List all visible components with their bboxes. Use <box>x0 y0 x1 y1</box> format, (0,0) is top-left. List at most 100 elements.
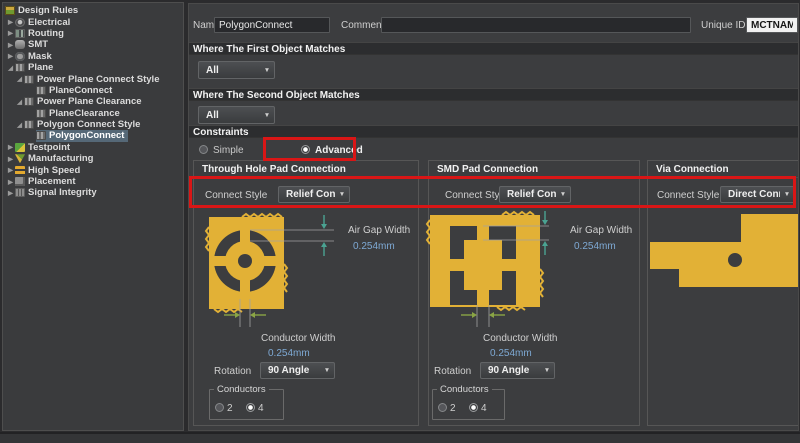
electrical-icon <box>15 18 25 27</box>
signal-integrity-icon <box>15 188 25 197</box>
conductors-2-label[interactable]: 2 <box>227 403 233 414</box>
tree-item-label: PlaneConnect <box>49 85 112 96</box>
chevron-right-icon[interactable]: ▶ <box>6 166 15 174</box>
tree-item-plane[interactable]: ◢ Plane <box>3 62 183 73</box>
tree-item-design-rules[interactable]: Design Rules <box>3 5 183 16</box>
conductor-width-label: Conductor Width <box>261 333 335 344</box>
tree-item-signal-integrity[interactable]: ▶ Signal Integrity <box>3 187 183 198</box>
chevron-right-icon[interactable]: ▶ <box>6 178 15 186</box>
dropdown-value: Relief Connect <box>279 189 335 200</box>
tree-item-label: Polygon Connect Style <box>37 119 140 130</box>
unique-id-label: Unique ID <box>701 20 745 31</box>
air-gap-width-label: Air Gap Width <box>348 225 410 236</box>
dropdown-value: Direct Connect <box>721 189 780 200</box>
air-gap-width-value: 0.254mm <box>574 241 616 252</box>
tree-item-label: PolygonConnect <box>49 130 124 141</box>
first-object-scope-dropdown[interactable]: All ▼ <box>198 61 275 79</box>
name-input[interactable] <box>214 17 330 33</box>
tree-item-label: Power Plane Connect Style <box>37 74 159 85</box>
rotation-dropdown[interactable]: 90 Angle ▼ <box>480 362 555 379</box>
comment-label: Comment <box>341 20 384 31</box>
expanded-icon[interactable]: ◢ <box>15 75 24 83</box>
expanded-icon[interactable]: ◢ <box>15 98 24 106</box>
window-bottom-edge <box>0 432 800 443</box>
chevron-right-icon[interactable]: ▶ <box>6 18 15 26</box>
tree-item-smt[interactable]: ▶ SMT <box>3 39 183 50</box>
rotation-dropdown[interactable]: 90 Angle ▼ <box>260 362 335 379</box>
simple-radio[interactable] <box>199 145 208 154</box>
advanced-radio[interactable] <box>301 145 310 154</box>
rule-grid-icon <box>24 75 34 84</box>
tree-item-electrical[interactable]: ▶Electrical <box>3 16 183 27</box>
tree-item-polygon-connect-style[interactable]: ◢ Polygon Connect Style <box>3 119 183 130</box>
chevron-right-icon[interactable]: ▶ <box>6 143 15 151</box>
expanded-icon[interactable]: ◢ <box>6 64 15 72</box>
tree-item-power-plane-clearance[interactable]: ◢Power Plane Clearance <box>3 96 183 107</box>
advanced-radio-label[interactable]: Advanced <box>315 145 363 156</box>
chevron-right-icon[interactable]: ▶ <box>6 29 15 37</box>
dropdown-value: All <box>199 65 260 76</box>
chevron-down-icon: ▼ <box>335 191 349 198</box>
constraints-header: Constraints <box>189 125 798 138</box>
tree-item-label: PlaneClearance <box>49 108 120 119</box>
connect-style-dropdown[interactable]: Relief Connect ▼ <box>499 186 571 203</box>
conductor-width-value: 0.254mm <box>490 348 532 359</box>
simple-radio-label[interactable]: Simple <box>213 145 244 156</box>
tree-item-mask[interactable]: ▶Mask <box>3 51 183 62</box>
unique-id-input[interactable] <box>746 17 798 33</box>
high-speed-icon <box>15 166 25 175</box>
comment-input[interactable] <box>381 17 691 33</box>
dropdown-value: Relief Connect <box>500 189 556 200</box>
conductors-4-radio[interactable] <box>469 403 478 412</box>
conductors-2-label[interactable]: 2 <box>450 403 456 414</box>
chevron-right-icon[interactable]: ▶ <box>6 41 15 49</box>
dropdown-value: All <box>199 110 260 121</box>
dropdown-value: 90 Angle <box>481 365 540 376</box>
tree-item-label: Design Rules <box>18 5 78 16</box>
second-object-matches-header: Where The Second Object Matches <box>189 88 798 101</box>
folder-icon <box>5 6 15 15</box>
tree-item-polygonconnect-selected[interactable]: PolygonConnect <box>3 130 183 141</box>
conductors-2-radio[interactable] <box>438 403 447 412</box>
chevron-right-icon[interactable]: ▶ <box>6 155 15 163</box>
chevron-right-icon[interactable]: ▶ <box>6 52 15 60</box>
second-object-scope-dropdown[interactable]: All ▼ <box>198 106 275 124</box>
tree-item-power-plane-connect-style[interactable]: ◢ Power Plane Connect Style <box>3 73 183 84</box>
conductors-group: Conductors 2 4 <box>432 389 505 420</box>
panel-title: Via Connection <box>648 161 799 178</box>
tree-item-placement[interactable]: ▶ Placement <box>3 176 183 187</box>
tree-item-label: Placement <box>28 176 76 187</box>
connect-style-label: Connect Style <box>445 190 507 201</box>
connect-style-dropdown[interactable]: Direct Connect ▼ <box>720 186 795 203</box>
tree-item-routing[interactable]: ▶Routing <box>3 28 183 39</box>
mask-icon <box>15 52 25 61</box>
tree-item-high-speed[interactable]: ▶High Speed <box>3 164 183 175</box>
connect-style-dropdown[interactable]: Relief Connect ▼ <box>278 186 350 203</box>
tree-item-label: SMT <box>28 39 48 50</box>
testpoint-icon <box>15 143 25 152</box>
chevron-right-icon[interactable]: ▶ <box>6 189 15 197</box>
expanded-icon[interactable]: ◢ <box>15 121 24 129</box>
tree-item-label: Manufacturing <box>28 153 93 164</box>
conductors-4-label[interactable]: 4 <box>481 403 487 414</box>
chevron-down-icon: ▼ <box>780 191 794 198</box>
tree-item-label: Testpoint <box>28 142 70 153</box>
conductors-4-radio[interactable] <box>246 403 255 412</box>
tree-item-planeclearance[interactable]: PlaneClearance <box>3 108 183 119</box>
tree-item-planeconnect[interactable]: PlaneConnect <box>3 85 183 96</box>
conductors-2-radio[interactable] <box>215 403 224 412</box>
first-object-matches-header: Where The First Object Matches <box>189 42 798 55</box>
tree-item-manufacturing[interactable]: ▶ Manufacturing <box>3 153 183 164</box>
conductors-4-label[interactable]: 4 <box>258 403 264 414</box>
tree-item-testpoint[interactable]: ▶ Testpoint <box>3 142 183 153</box>
connect-style-label: Connect Style <box>657 190 719 201</box>
rotation-label: Rotation <box>214 366 251 377</box>
rule-editor-panel: Name Comment Unique ID Where The First O… <box>188 3 799 431</box>
tree-item-label: Signal Integrity <box>28 187 97 198</box>
through-hole-pad-connection-panel: Through Hole Pad Connection Connect Styl… <box>193 160 419 426</box>
conductors-group: Conductors 2 4 <box>209 389 284 420</box>
chevron-down-icon: ▼ <box>556 191 570 198</box>
rule-grid-icon <box>36 131 46 140</box>
tree-item-label: Plane <box>28 62 53 73</box>
air-gap-width-value: 0.254mm <box>353 241 395 252</box>
